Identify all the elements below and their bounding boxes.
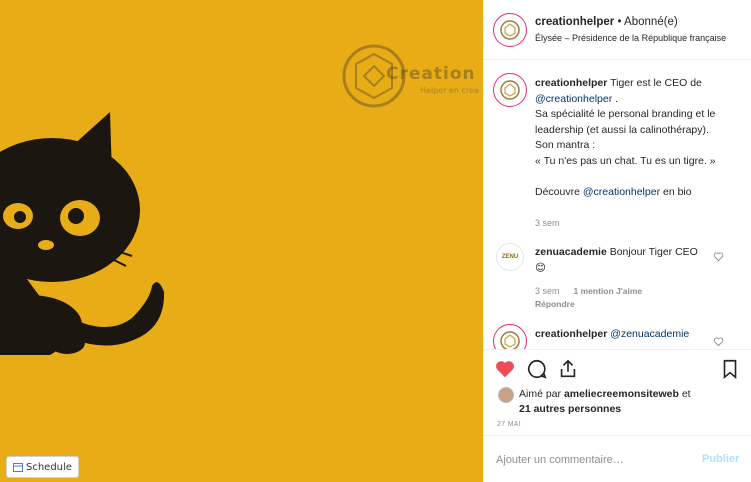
caption-line2: . (612, 92, 619, 105)
comment1-meta: 3 sem 1 mention J'aime (535, 286, 642, 296)
liked-by-prefix: Aimé par (519, 388, 564, 400)
header-username-line: creationhelper • Abonné(e) (535, 16, 678, 28)
follow-status[interactable]: Abonné(e) (624, 16, 678, 28)
comments-section: creationhelper Tiger est le CEO de @crea… (484, 61, 751, 349)
caption-username[interactable]: creationhelper (535, 77, 607, 89)
heart-outline-icon[interactable] (713, 336, 724, 347)
watermark-subtext: Helper en crea (420, 86, 479, 95)
liked-by-user[interactable]: ameliecreemonsiteweb (564, 388, 679, 400)
comment1-likes[interactable]: 1 mention J'aime (574, 286, 643, 296)
liker-avatar[interactable] (498, 387, 514, 403)
comment2-text: creationhelper @zenuacademie (535, 327, 705, 343)
publish-button[interactable]: Publier (702, 453, 739, 465)
comment2-username[interactable]: creationhelper (535, 328, 607, 340)
comment1-time[interactable]: 3 sem (535, 286, 560, 296)
header-username[interactable]: creationhelper (535, 16, 614, 28)
liked-by-others[interactable]: 21 autres personnes (519, 403, 621, 415)
bookmark-icon[interactable] (719, 358, 741, 380)
heart-filled-icon[interactable] (494, 358, 516, 380)
liked-by-text: Aimé par ameliecreemonsiteweb et 21 autr… (519, 387, 729, 417)
caption-line6-prefix: Découvre (535, 185, 583, 198)
caption-text: creationhelper Tiger est le CEO de @crea… (535, 76, 740, 200)
zenuacademie-avatar[interactable]: ZENU (496, 243, 524, 271)
creationhelper-logo-icon (500, 80, 520, 100)
caption-line6-suffix: en bio (660, 185, 692, 198)
header-separator: • (614, 16, 625, 28)
post-actions: Aimé par ameliecreemonsiteweb et 21 autr… (484, 349, 751, 435)
post-side-panel: creationhelper • Abonné(e) Élysée – Prés… (483, 0, 751, 482)
comment-icon[interactable] (526, 358, 548, 380)
post-date[interactable]: 27 MAI (497, 421, 521, 428)
caption-mention-1[interactable]: @creationhelper (535, 93, 612, 105)
comment2-mention[interactable]: @zenuacademie (610, 328, 689, 340)
caption-line4: Son mantra : (535, 139, 596, 151)
post-image[interactable]: Creation He Helper en crea Schedule (0, 0, 483, 482)
post-location[interactable]: Élysée – Présidence de la République fra… (535, 33, 726, 43)
comment1-username[interactable]: zenuacademie (535, 246, 607, 258)
comment2-avatar[interactable] (493, 324, 527, 349)
add-comment-input[interactable] (496, 452, 686, 468)
caption-line5: « Tu n'es pas un chat. Tu es un tigre. » (535, 154, 716, 167)
watermark-text: Creation He (386, 64, 483, 84)
heart-outline-icon[interactable] (713, 251, 724, 262)
smile-emoji: 😊 (535, 261, 546, 274)
schedule-label: Schedule (26, 461, 72, 473)
author-avatar[interactable] (493, 13, 527, 47)
add-comment-bar: Publier (484, 435, 751, 482)
caption-line3: Sa spécialité le personal branding et le… (535, 108, 716, 136)
caption-author-avatar[interactable] (493, 73, 527, 107)
caption-mention-2[interactable]: @creationhelper (583, 186, 660, 198)
creationhelper-logo-icon (500, 331, 520, 349)
schedule-button[interactable]: Schedule (6, 456, 79, 478)
comment1-body: Bonjour Tiger CEO (606, 246, 698, 258)
caption-time[interactable]: 3 sem (535, 218, 560, 228)
liked-by-middle: et (678, 388, 691, 400)
comment1-text: zenuacademie Bonjour Tiger CEO 😊 (535, 245, 700, 276)
post-header: creationhelper • Abonné(e) Élysée – Prés… (484, 0, 751, 60)
caption-line1: Tiger est le CEO de (607, 77, 702, 89)
creationhelper-logo-icon (500, 20, 520, 40)
reply-button[interactable]: Répondre (535, 299, 575, 309)
calendar-icon (13, 463, 23, 472)
share-icon[interactable] (557, 358, 579, 380)
